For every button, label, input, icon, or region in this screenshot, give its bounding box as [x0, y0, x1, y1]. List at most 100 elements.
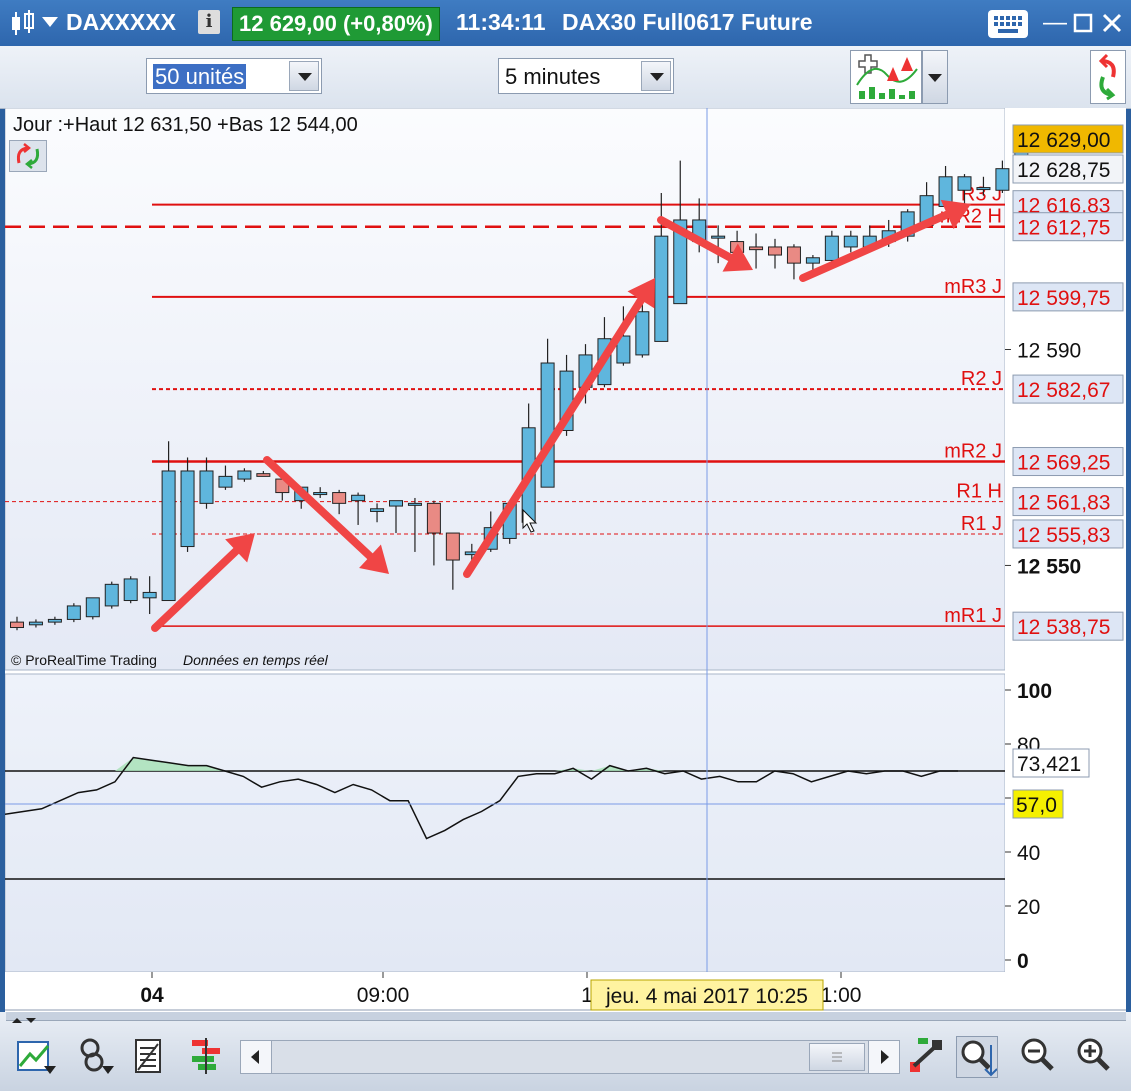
- chart-toolbar: 50 unités 5 minutes: [0, 46, 1131, 109]
- candle[interactable]: [10, 621, 24, 629]
- candle[interactable]: [47, 618, 62, 623]
- price-level-value: 12 582,67: [1017, 379, 1110, 402]
- candlestick-icon[interactable]: [8, 8, 38, 38]
- price-level-value: 12 599,75: [1017, 287, 1110, 310]
- keyboard-icon[interactable]: [988, 10, 1028, 38]
- chart-area[interactable]: R3 JmR2 HmR3 J R2 JmR2 J R1 H R1 JmR1 J 12 …: [5, 108, 1126, 1012]
- price-chart[interactable]: R3 JmR2 HmR3 JR2 JmR2 JR1 HR1 JmR1 J 12 …: [5, 108, 1126, 1012]
- candle[interactable]: [389, 500, 403, 507]
- panel-resize-handle[interactable]: [6, 1012, 1126, 1023]
- price-level-value: 12 612,75: [1017, 217, 1110, 240]
- drawing-tool-icon[interactable]: [906, 1036, 946, 1076]
- units-select[interactable]: 50 unités: [146, 58, 322, 94]
- candle[interactable]: [142, 591, 157, 599]
- candle[interactable]: [199, 470, 214, 504]
- chevron-down-icon[interactable]: [42, 17, 58, 29]
- candle[interactable]: [161, 470, 176, 602]
- close-button[interactable]: [1097, 8, 1127, 38]
- candle[interactable]: [66, 605, 81, 620]
- zoom-auto-icon[interactable]: [956, 1036, 998, 1078]
- order-book-icon[interactable]: [186, 1036, 226, 1076]
- chevron-right-icon: [881, 1050, 889, 1064]
- candle[interactable]: [957, 176, 972, 191]
- link-icon[interactable]: [76, 1036, 116, 1076]
- scroll-left-button[interactable]: [241, 1041, 272, 1073]
- current-price-badge: 12 629,00: [1017, 129, 1110, 152]
- time-axis-tick: 09:00: [357, 984, 410, 1007]
- price-level-name: R2 J: [961, 368, 1002, 390]
- minimize-button[interactable]: —: [1040, 8, 1070, 38]
- candle[interactable]: [28, 621, 43, 626]
- chart-type-icon[interactable]: [16, 1036, 56, 1076]
- candle[interactable]: [768, 246, 782, 256]
- candle[interactable]: [824, 235, 839, 261]
- chart-header: Jour :+Haut 12 631,50 +Bas 12 544,00: [13, 114, 358, 136]
- panel-toggle-icon[interactable]: [6, 1017, 46, 1025]
- price-level-value: 12 555,83: [1017, 524, 1110, 547]
- indicator-menu-button[interactable]: [922, 50, 948, 104]
- scroll-thumb[interactable]: [809, 1043, 865, 1071]
- maximize-button[interactable]: [1068, 8, 1098, 38]
- zoom-in-icon[interactable]: [1074, 1036, 1114, 1076]
- symbol-name[interactable]: DAXXXXX: [66, 9, 176, 36]
- realtime-text: Données en temps réel: [183, 652, 329, 668]
- zoom-out-icon[interactable]: [1018, 1036, 1058, 1076]
- candle[interactable]: [635, 311, 650, 356]
- last-price-badge: 12 628,75: [1017, 159, 1110, 182]
- candle[interactable]: [654, 235, 669, 342]
- title-bar: DAXXXXX i 12 629,00 (+0,80%) 11:34:11 DA…: [0, 0, 1131, 46]
- candle[interactable]: [256, 473, 271, 477]
- candle[interactable]: [445, 532, 460, 561]
- candle[interactable]: [843, 235, 858, 248]
- candle[interactable]: [218, 475, 233, 488]
- candle[interactable]: [426, 502, 441, 534]
- instrument-name: DAX30 Full0617 Future: [562, 9, 813, 35]
- refresh-button[interactable]: [9, 140, 47, 172]
- chevron-down-icon[interactable]: [289, 61, 319, 91]
- timeframe-select-value: 5 minutes: [505, 64, 601, 89]
- horizontal-scrollbar[interactable]: [240, 1040, 900, 1074]
- candle[interactable]: [995, 168, 1010, 191]
- add-indicator-button[interactable]: [850, 50, 922, 104]
- candle[interactable]: [313, 492, 328, 496]
- cursor-date-label: jeu. 4 mai 2017 10:25: [605, 985, 808, 1008]
- price-level-name: mR3 J: [944, 276, 1002, 298]
- candle[interactable]: [749, 246, 764, 251]
- chevron-down-icon[interactable]: [641, 61, 671, 91]
- price-axis-tick: 12 590: [1017, 340, 1081, 363]
- refresh-icon: [16, 143, 40, 169]
- time-axis-tick: 1:00: [821, 984, 862, 1007]
- candle[interactable]: [85, 597, 100, 618]
- sync-arrows-icon: [1098, 53, 1116, 101]
- time-axis-tick: 04: [140, 984, 164, 1007]
- candle[interactable]: [407, 502, 422, 506]
- candle[interactable]: [370, 508, 385, 512]
- scroll-right-button[interactable]: [868, 1041, 899, 1073]
- candle[interactable]: [104, 583, 119, 607]
- candle[interactable]: [237, 470, 252, 480]
- candle[interactable]: [805, 257, 820, 264]
- info-icon[interactable]: i: [198, 10, 220, 34]
- indicator-axis-tick: 0: [1017, 950, 1029, 973]
- candle[interactable]: [123, 578, 138, 602]
- candle[interactable]: [711, 235, 726, 239]
- candle[interactable]: [180, 470, 195, 548]
- units-select-value: 50 unités: [153, 64, 247, 89]
- candle[interactable]: [786, 246, 801, 264]
- candle[interactable]: [351, 494, 366, 502]
- indicator-axis-tick: 100: [1017, 680, 1052, 703]
- candle[interactable]: [540, 362, 555, 488]
- candle[interactable]: [976, 187, 991, 191]
- candle[interactable]: [332, 492, 347, 504]
- sync-button[interactable]: [1090, 50, 1126, 104]
- chevron-down-icon: [928, 74, 942, 82]
- timeframe-select[interactable]: 5 minutes: [498, 58, 674, 94]
- report-icon[interactable]: [130, 1036, 170, 1076]
- price-level-value: 12 561,83: [1017, 492, 1110, 515]
- price-level-name: mR1 J: [944, 605, 1002, 627]
- price-badge: 12 629,00 (+0,80%): [232, 7, 440, 41]
- price-level-value: 12 538,75: [1017, 616, 1110, 639]
- chevron-left-icon: [251, 1050, 259, 1064]
- indicator-axis-tick: 40: [1017, 842, 1040, 865]
- price-level-name: mR2 J: [944, 441, 1002, 463]
